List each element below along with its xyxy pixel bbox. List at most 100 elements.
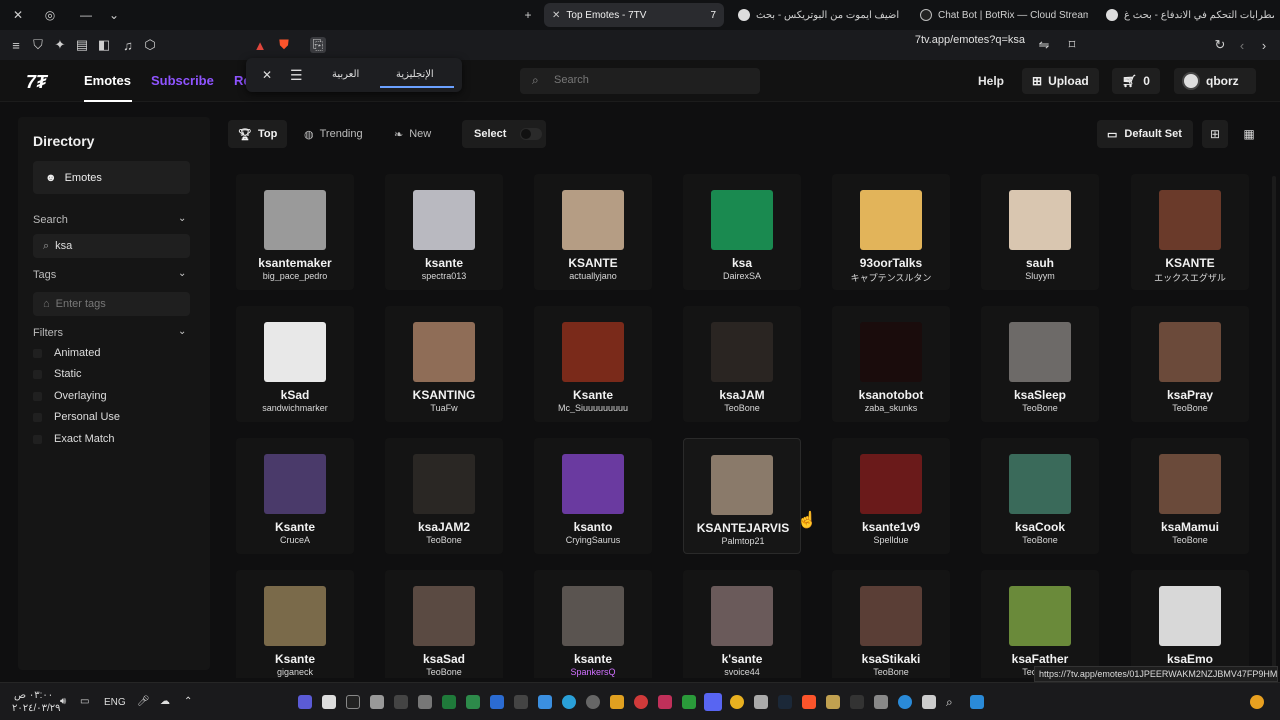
bookmark-icon[interactable]: ⌑ [1064,37,1080,53]
user-menu[interactable]: qborz [1174,68,1256,94]
new-tab-icon[interactable]: + [514,0,542,30]
app-icon[interactable] [538,695,552,709]
emote-card[interactable]: ksaPray TeoBone [1131,306,1249,422]
emote-card[interactable]: ksaSad TeoBone [385,570,503,678]
cart-button[interactable]: 🛒︎ 0 [1112,68,1160,94]
telegram-icon[interactable] [562,695,576,709]
nav-subscribe[interactable]: Subscribe [151,73,214,88]
sidebar-icon[interactable]: ◧ [96,37,112,53]
select-toggle[interactable]: Select [462,120,546,148]
toggle-switch[interactable] [520,128,543,140]
emote-card[interactable]: ksaJAM2 TeoBone [385,438,503,554]
emote-card[interactable]: sauh Sluyym [981,174,1099,290]
chevron-down-icon[interactable]: ⌄ [178,326,186,337]
app-icon[interactable] [826,695,840,709]
tab-search-ar-2[interactable]: اضطرابات التحكم في الاندفاع - بحث غ [1098,3,1274,27]
help-link[interactable]: Help [978,74,1004,88]
close-icon[interactable]: ✕ [262,68,272,82]
back-icon[interactable]: ‹ [1234,37,1250,53]
emote-card[interactable]: ksaCook TeoBone [981,438,1099,554]
app-icon[interactable] [730,695,744,709]
menu-icon[interactable]: ≡ [8,37,24,53]
forward-icon[interactable]: › [1256,37,1272,53]
language-indicator[interactable]: ENG [104,697,126,708]
pin-icon[interactable]: ◎ [36,0,64,30]
emote-card[interactable]: ksanto CryingSaurus [534,438,652,554]
emote-card[interactable]: ksanotobot zaba_skunks [832,306,950,422]
wallet-icon[interactable]: ▤ [74,37,90,53]
filter-personal-use[interactable]: Personal Use [33,411,120,423]
app-icon[interactable] [418,695,432,709]
tab-search-ar[interactable]: كيف اضيف ايموت من البوتريكس - بحث [730,3,902,27]
excel-icon[interactable] [442,695,456,709]
emote-card[interactable]: KSANTEJARVIS Palmtop21 [683,438,801,554]
filter-overlaying[interactable]: Overlaying [33,390,107,402]
emote-card[interactable]: ksaStikaki TeoBone [832,570,950,678]
edge-icon[interactable] [898,695,912,709]
file-icon[interactable] [322,695,336,709]
close-icon[interactable]: ✕ [552,10,560,21]
brave-shield-icon[interactable]: ⛊ [276,37,292,53]
translate-icon[interactable]: ⎘ [310,37,326,53]
weather-icon[interactable] [1250,695,1264,709]
emote-card[interactable]: Ksante CruceA [236,438,354,554]
tab-botrix[interactable]: Chat Bot | BotRix — Cloud Streaming [912,3,1088,27]
chevron-down-icon[interactable]: ⌄ [178,268,186,279]
sort-new-button[interactable]: ❧ New [384,120,441,148]
sidebar-item-emotes[interactable]: ☻ Emotes [33,161,190,194]
checkbox[interactable] [33,391,42,401]
brave-icon[interactable] [802,695,816,709]
nav-emotes[interactable]: Emotes [84,73,131,88]
app-icon[interactable] [634,695,648,709]
extension-icon[interactable]: ✦ [52,37,68,53]
emote-card[interactable]: KSANTE エックスエグザル [1131,174,1249,290]
app-icon[interactable] [754,695,768,709]
grid-small-view-icon[interactable]: ▦ [1236,120,1262,148]
app-icon[interactable] [490,695,504,709]
emote-card[interactable]: KSANTE actuallyjano [534,174,652,290]
app-icon[interactable] [370,695,384,709]
minimize-icon[interactable]: — [72,0,100,30]
emote-card[interactable]: Ksante Mc_Siuuuuuuuuu [534,306,652,422]
sidebar-search-input[interactable]: ⌕ ksa [33,234,190,258]
filter-static[interactable]: Static [33,368,82,380]
app-icon[interactable] [922,695,936,709]
emote-card[interactable]: Ksante giganeck [236,570,354,678]
filter-animated[interactable]: Animated [33,347,100,359]
emote-card[interactable]: ksante spectra013 [385,174,503,290]
puzzle-icon[interactable]: ⬡ [142,37,158,53]
emote-card[interactable]: ksaEmoTeoBone [1131,570,1249,678]
menu-icon[interactable]: ☰ [290,67,303,84]
grid-large-view-icon[interactable]: ⊞ [1202,120,1228,148]
onedrive-icon[interactable]: ☁ [160,696,170,707]
emote-card[interactable]: ksante SpankersQ [534,570,652,678]
app-icon[interactable] [610,695,624,709]
chevron-up-icon[interactable]: ⌃ [184,696,192,707]
close-icon[interactable]: ✕ [4,0,32,30]
tab-7tv[interactable]: ✕ Top Emotes - 7TV 7 [544,3,724,27]
app-icon[interactable] [298,695,312,709]
emote-card[interactable]: ksaJAM TeoBone [683,306,801,422]
checkbox[interactable] [33,348,42,358]
chevron-down-icon[interactable]: ⌄ [100,0,128,30]
emote-card[interactable]: ksantemaker big_pace_pedro [236,174,354,290]
app-icon[interactable] [466,695,480,709]
music-icon[interactable]: ♫ [120,37,136,53]
windows-start-icon[interactable] [970,695,984,709]
emote-card[interactable]: ksaSleep TeoBone [981,306,1099,422]
scrollbar[interactable] [1272,176,1276,676]
reader-icon[interactable]: ⇋ [1036,37,1052,53]
lang-arabic[interactable]: العربية [332,69,359,80]
emote-card[interactable]: ksaMamui TeoBone [1131,438,1249,554]
emote-card[interactable]: ksaFatherTeoBone [981,570,1099,678]
lang-english[interactable]: الإنجليزية [396,69,434,80]
default-set-button[interactable]: ▭ Default Set [1097,120,1193,148]
network-icon[interactable]: ▭ [80,696,89,707]
app-icon[interactable] [346,695,360,709]
search-icon[interactable]: ⌕ [946,695,960,709]
app-icon[interactable] [586,695,600,709]
volume-icon[interactable]: 🔊︎ [60,696,66,707]
app-icon[interactable] [850,695,864,709]
url-text[interactable]: 7tv.app/emotes?q=ksa [915,34,1025,46]
app-icon[interactable] [514,695,528,709]
